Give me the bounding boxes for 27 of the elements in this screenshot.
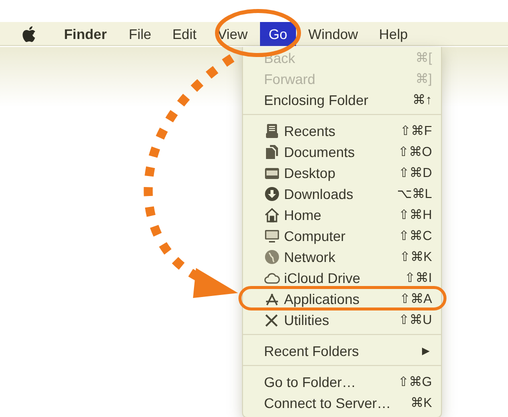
- menu-item[interactable]: Go to Folder… ⇧⌘G: [243, 371, 441, 392]
- monitor-icon: [264, 228, 280, 244]
- menu-bar-item[interactable]: View: [208, 22, 257, 46]
- menu-item[interactable]: Home ⇧⌘H: [243, 204, 441, 225]
- menu-item[interactable]: Enclosing Folder ⌘↑: [243, 89, 441, 110]
- apple-icon[interactable]: [22, 26, 36, 42]
- menu-item[interactable]: Desktop ⇧⌘D: [243, 162, 441, 183]
- download-icon: [264, 186, 280, 202]
- menu-item[interactable]: Computer ⇧⌘C: [243, 225, 441, 246]
- documents-icon: [264, 144, 280, 160]
- menu-item[interactable]: Utilities ⇧⌘U: [243, 309, 441, 330]
- house-icon: [264, 206, 280, 222]
- menu-item[interactable]: Connect to Server… ⌘K: [243, 392, 441, 413]
- menu-bar-item[interactable]: Go: [260, 22, 296, 46]
- menu-item[interactable]: Downloads ⌥⌘L: [243, 183, 441, 204]
- menu-item[interactable]: iCloud Drive ⇧⌘I: [243, 267, 441, 288]
- menu-item[interactable]: Network ⇧⌘K: [243, 246, 441, 267]
- menu-bar-item[interactable]: Edit: [163, 22, 206, 46]
- menu-bar-item[interactable]: File: [120, 22, 160, 46]
- tray-icon: [264, 122, 280, 138]
- menu-bar-item[interactable]: Help: [370, 22, 417, 46]
- menu-bar-item[interactable]: Window: [299, 22, 368, 46]
- menu-item[interactable]: Recent Folders ▶: [243, 340, 441, 361]
- menu-bar-item[interactable]: Finder: [55, 22, 116, 46]
- menu-item[interactable]: Applications ⇧⌘A: [243, 288, 441, 309]
- menu-item[interactable]: Documents ⇧⌘O: [243, 141, 441, 162]
- menu-item[interactable]: Recents ⇧⌘F: [243, 120, 441, 141]
